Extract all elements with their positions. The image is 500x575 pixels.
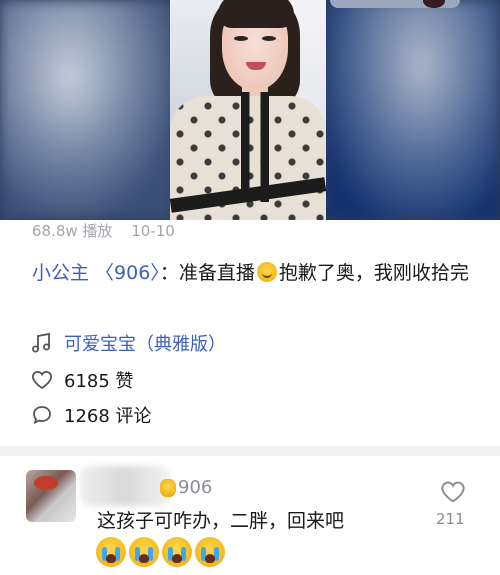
- comment-emoji-row: [96, 537, 225, 567]
- heart-outline-icon: [30, 368, 54, 392]
- commenter-avatar[interactable]: [26, 470, 76, 522]
- comments-row[interactable]: 1268 评论: [30, 402, 152, 428]
- comment-bubble-icon: [30, 403, 54, 427]
- video-player[interactable]: [0, 0, 500, 220]
- comment-like-count: 211: [436, 510, 465, 528]
- play-count: 68.8w 播放: [32, 222, 113, 240]
- crying-face-emoji: [195, 537, 225, 567]
- video-blur-left: [0, 0, 175, 220]
- post-caption: 小公主 〈906〉：准备直播 抱歉了奥，我刚收拾完: [32, 258, 472, 288]
- likes-count: 6185 赞: [64, 371, 134, 392]
- music-title: 可爱宝宝（典雅版）: [64, 334, 226, 355]
- laugh-cry-emoji: [256, 262, 277, 282]
- commenter-badge-emoji: [160, 479, 176, 497]
- comments-count: 1268 评论: [64, 406, 152, 427]
- comment-text: 这孩子可咋办，二胖，回来吧: [97, 510, 345, 532]
- likes-row[interactable]: 6185 赞: [30, 367, 134, 393]
- music-row[interactable]: 可爱宝宝（典雅版）: [30, 330, 226, 356]
- post-date: 10-10: [131, 222, 175, 240]
- video-blur-right: [325, 0, 500, 220]
- caption-separator: ：: [159, 262, 179, 284]
- commenter-name[interactable]: 906: [178, 477, 212, 498]
- comment-like-button[interactable]: [438, 478, 468, 510]
- crying-face-emoji: [96, 537, 126, 567]
- video-meta: 68.8w 播放 10-10: [32, 220, 189, 240]
- caption-text-1: 准备直播: [178, 262, 255, 284]
- crying-face-emoji: [129, 537, 159, 567]
- commenter-name-blurred: [80, 466, 170, 506]
- caption-text-2: 抱歉了奥，我刚收拾完: [278, 262, 469, 284]
- video-frame: [170, 0, 326, 220]
- section-divider: [0, 446, 500, 456]
- author-link[interactable]: 小公主 〈906〉: [32, 262, 160, 284]
- heart-outline-icon: [439, 481, 467, 510]
- music-note-icon: [30, 331, 54, 355]
- crying-face-emoji: [162, 537, 192, 567]
